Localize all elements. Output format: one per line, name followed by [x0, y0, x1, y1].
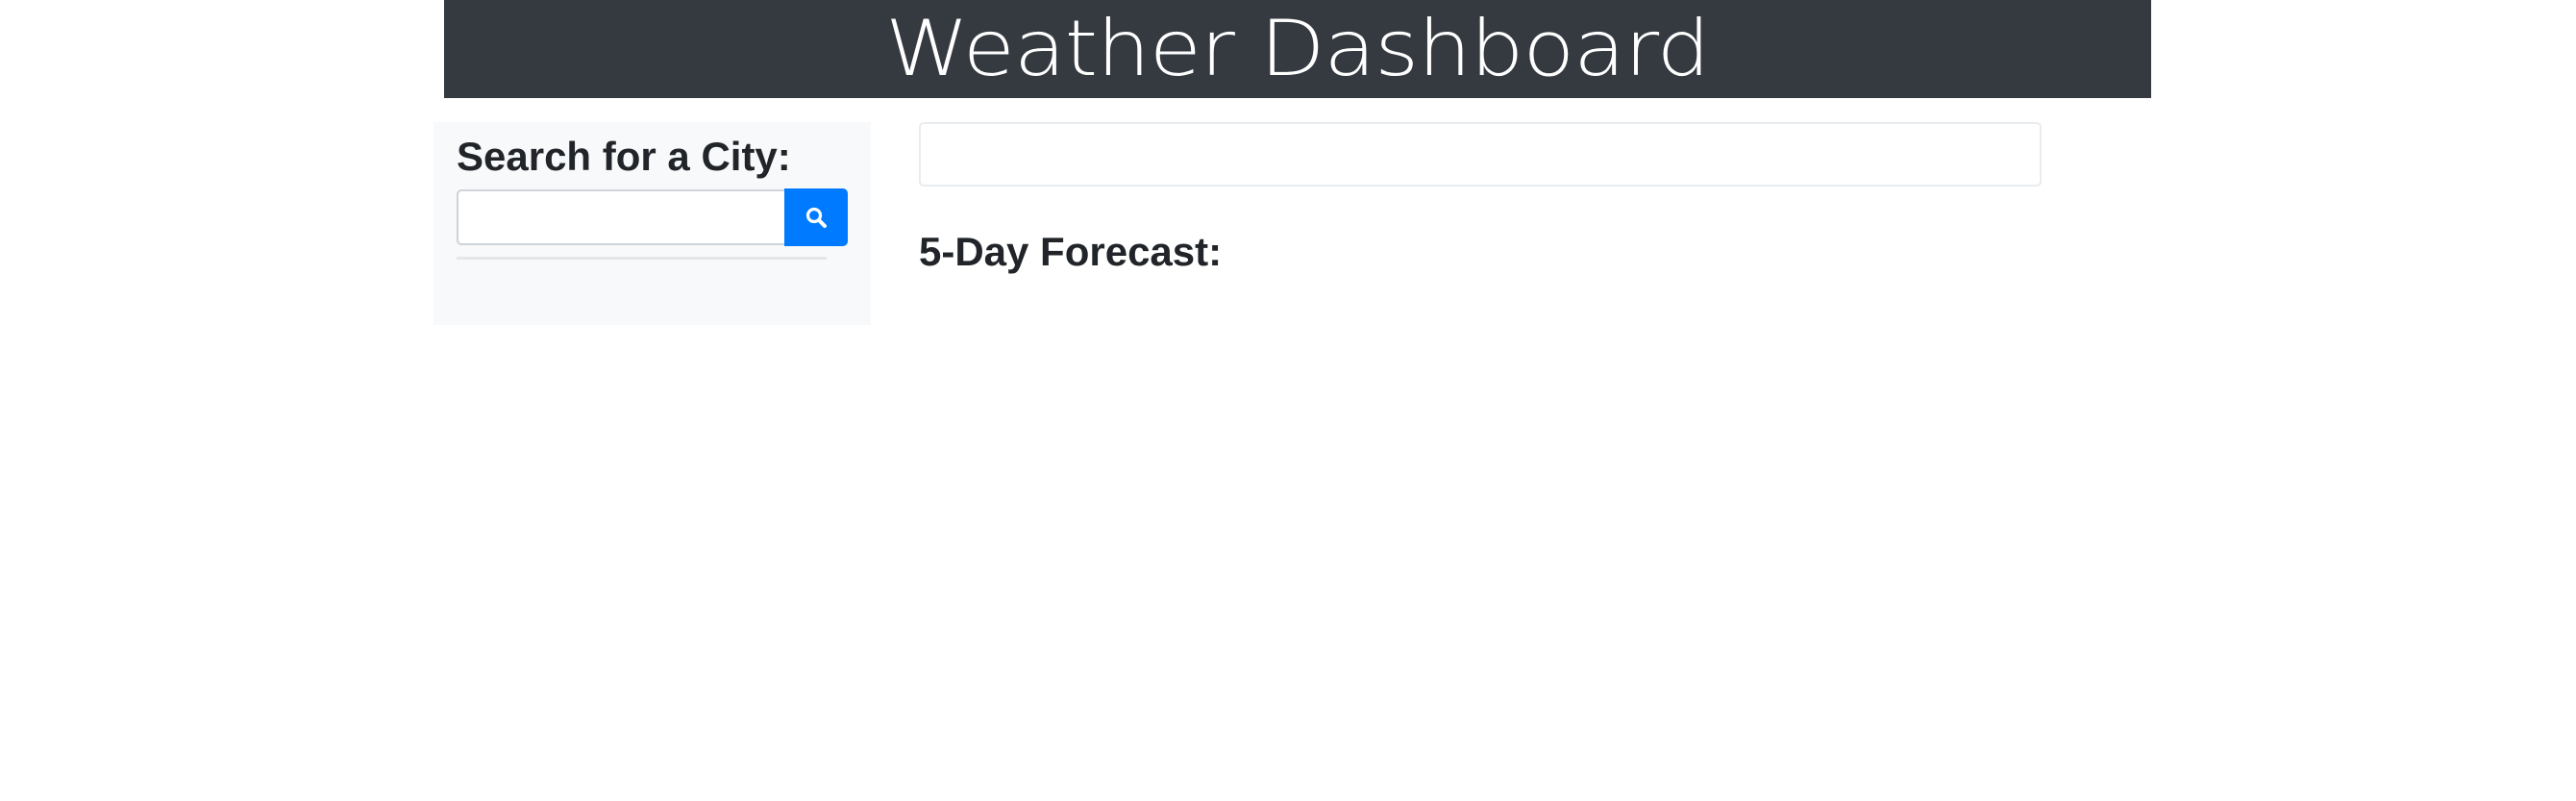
- city-search-input[interactable]: [457, 189, 784, 245]
- page-header: Weather Dashboard: [444, 0, 2151, 98]
- search-history-divider: [457, 257, 827, 260]
- search-heading: Search for a City:: [457, 134, 791, 179]
- search-icon: [805, 206, 828, 229]
- page-title: Weather Dashboard: [885, 4, 1710, 93]
- forecast-heading: 5-Day Forecast:: [919, 229, 1223, 274]
- current-weather-card: [919, 122, 2042, 187]
- search-sidebar: Search for a City:: [433, 122, 871, 325]
- search-button[interactable]: [784, 188, 848, 246]
